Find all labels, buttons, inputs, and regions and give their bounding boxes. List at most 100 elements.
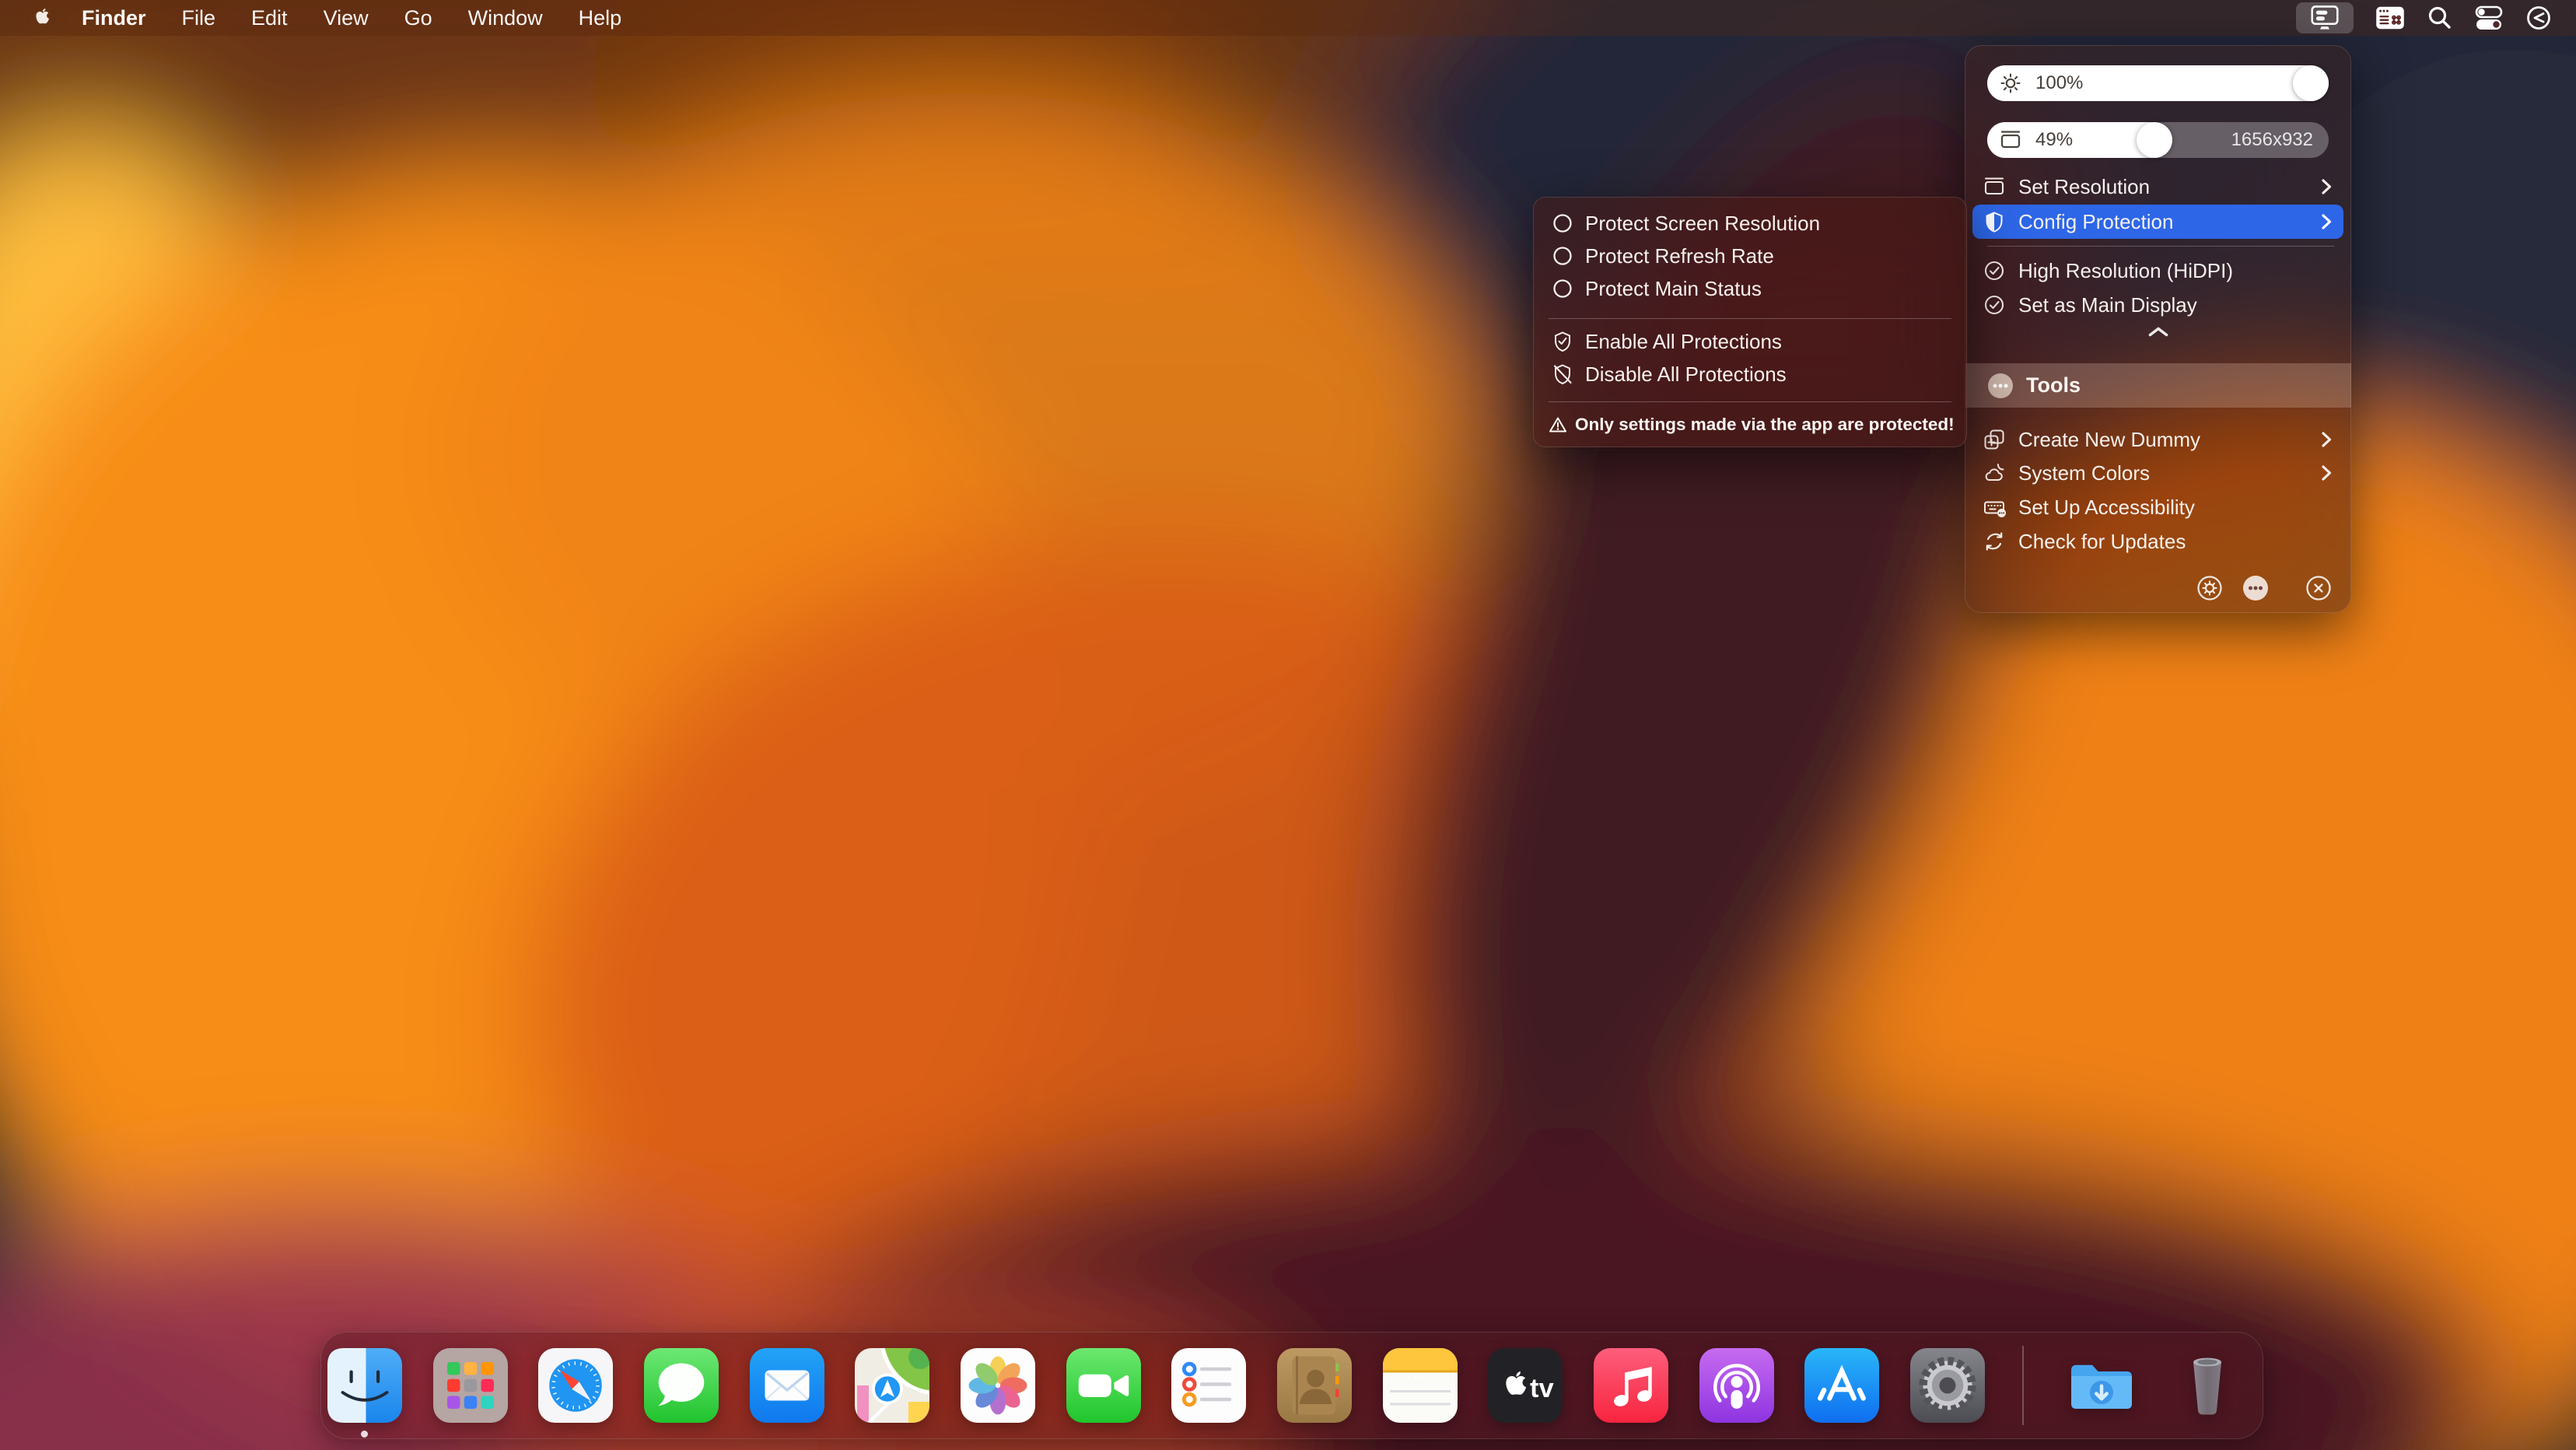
submenu-item-label: Enable All Protections <box>1585 330 1782 354</box>
submenu-item-label: Disable All Protections <box>1585 362 1787 387</box>
dock-divider <box>2022 1346 2024 1425</box>
shield-check-icon <box>1552 331 1573 352</box>
desktop: Finder File Edit View Go Window Help <box>0 0 2576 1450</box>
circle-icon <box>1552 212 1573 234</box>
menu-item-set-resolution[interactable]: Set Resolution <box>1972 170 2343 204</box>
menubar-item-help[interactable]: Help <box>561 6 640 30</box>
apple-menu[interactable] <box>22 6 64 30</box>
control-center-icon <box>2474 5 2504 31</box>
chevron-right-icon <box>2321 464 2333 482</box>
brightness-slider[interactable]: 100% <box>1987 65 2329 101</box>
dock-system-settings-icon[interactable] <box>1910 1348 1985 1423</box>
spotlight-status-icon[interactable] <box>2427 0 2453 36</box>
submenu-divider <box>1549 318 1951 319</box>
chevron-right-icon <box>2321 213 2333 230</box>
dock-music-icon[interactable] <box>1594 1348 1668 1423</box>
submenu-item-protect-main-status[interactable]: Protect Main Status <box>1542 272 1958 305</box>
submenu-item-protect-refresh-rate[interactable]: Protect Refresh Rate <box>1542 240 1958 272</box>
dock-notes-icon[interactable] <box>1383 1348 1458 1423</box>
menu-item-label: High Resolution (HiDPI) <box>2018 259 2333 283</box>
refresh-icon <box>1982 529 2007 554</box>
cloud-moon-icon <box>1982 461 2007 485</box>
menu-divider <box>1987 246 2334 247</box>
display-small-icon <box>1999 128 2022 152</box>
circle-icon <box>1552 278 1573 299</box>
dock-finder-icon[interactable] <box>327 1348 402 1423</box>
resolution-value: 49% <box>2035 122 2073 158</box>
menu-item-check-for-updates[interactable]: Check for Updates <box>1972 524 2343 559</box>
check-circle-icon <box>1982 258 2007 283</box>
resolution-slider-knob[interactable] <box>2137 122 2172 158</box>
clock-status-icon[interactable] <box>2525 0 2553 36</box>
submenu-item-protect-screen-resolution[interactable]: Protect Screen Resolution <box>1542 207 1958 240</box>
shield-icon <box>1982 209 2007 234</box>
menubar-item-file[interactable]: File <box>164 6 234 30</box>
dock-safari-icon[interactable] <box>538 1348 613 1423</box>
submenu-item-disable-all-protections[interactable]: Disable All Protections <box>1542 358 1958 391</box>
menu-item-high-resolution[interactable]: High Resolution (HiDPI) <box>1972 254 2343 288</box>
dock-messages-icon[interactable] <box>644 1348 719 1423</box>
brightness-value: 100% <box>2035 65 2083 101</box>
dock-trash-icon[interactable] <box>2170 1348 2245 1423</box>
menubar-item-window[interactable]: Window <box>450 6 561 30</box>
tools-section-header[interactable]: Tools <box>1965 363 2351 408</box>
resolution-slider[interactable]: 49% 1656x932 <box>1987 122 2329 158</box>
chevron-right-icon <box>2321 431 2333 448</box>
menubar-item-go[interactable]: Go <box>387 6 450 30</box>
menu-item-label: Check for Updates <box>2018 530 2333 554</box>
display-icon <box>1982 174 2007 199</box>
shield-slash-icon <box>1552 363 1573 385</box>
menu-item-label: Set Resolution <box>2018 175 2309 199</box>
menubar-item-edit[interactable]: Edit <box>233 6 306 30</box>
menu-item-create-new-dummy[interactable]: Create New Dummy <box>1972 422 2343 457</box>
dock-appletv-icon[interactable]: tv <box>1488 1348 1563 1423</box>
spotlight-icon <box>2427 5 2453 31</box>
dock-photos-icon[interactable] <box>961 1348 1035 1423</box>
brightness-slider-knob[interactable] <box>2293 65 2329 101</box>
warning-triangle-icon <box>1549 416 1567 433</box>
sun-icon <box>1999 72 2022 95</box>
submenu-item-label: Protect Refresh Rate <box>1585 244 1774 268</box>
menu-item-label: System Colors <box>2018 461 2309 485</box>
control-center-status-icon[interactable] <box>2474 0 2504 36</box>
quit-button[interactable] <box>2305 575 2332 601</box>
ellipsis-circle-filled-icon <box>2242 575 2269 601</box>
chevron-right-icon <box>2321 178 2333 195</box>
dock-reminders-icon[interactable] <box>1171 1348 1246 1423</box>
menubar-app-name[interactable]: Finder <box>64 6 164 30</box>
new-dummy-icon <box>1982 427 2007 452</box>
menu-item-label: Config Protection <box>2018 210 2309 234</box>
close-circle-icon <box>2305 575 2332 601</box>
menu-item-config-protection[interactable]: Config Protection <box>1972 205 2343 239</box>
apple-logo-icon <box>33 6 53 30</box>
collapse-section-button[interactable] <box>1965 325 2351 338</box>
ellipsis-circle-icon <box>1987 373 2014 399</box>
menu-item-set-up-accessibility[interactable]: Set Up Accessibility <box>1972 490 2343 524</box>
check-circle-icon <box>1982 292 2007 317</box>
menubar-item-view[interactable]: View <box>306 6 387 30</box>
more-button[interactable] <box>2242 575 2269 601</box>
dock-mail-icon[interactable] <box>750 1348 824 1423</box>
menu-item-label: Set as Main Display <box>2018 293 2333 317</box>
warning-label: Only settings made via the app are prote… <box>1575 415 1955 435</box>
submenu-item-enable-all-protections[interactable]: Enable All Protections <box>1542 325 1958 358</box>
command-window-status-icon[interactable] <box>2375 0 2406 36</box>
gear-circle-icon <box>2196 575 2223 601</box>
dock-appstore-icon[interactable] <box>1804 1348 1879 1423</box>
settings-button[interactable] <box>2196 575 2223 601</box>
dock-maps-icon[interactable] <box>855 1348 929 1423</box>
dock-launchpad-icon[interactable] <box>433 1348 508 1423</box>
submenu-item-label: Protect Screen Resolution <box>1585 212 1820 236</box>
clock-icon <box>2525 4 2553 32</box>
menu-bar: Finder File Edit View Go Window Help <box>0 0 2576 36</box>
keyboard-icon <box>1982 495 2007 520</box>
dock-facetime-icon[interactable] <box>1066 1348 1141 1423</box>
menu-item-label: Set Up Accessibility <box>2018 496 2333 520</box>
dock-downloads-icon[interactable] <box>2064 1348 2139 1423</box>
dock-contacts-icon[interactable] <box>1277 1348 1352 1423</box>
chevron-up-icon <box>2147 325 2170 338</box>
menu-item-set-main-display[interactable]: Set as Main Display <box>1972 288 2343 322</box>
dock-podcasts-icon[interactable] <box>1699 1348 1774 1423</box>
menu-item-system-colors[interactable]: System Colors <box>1972 456 2343 490</box>
display-status-icon[interactable] <box>2296 2 2354 33</box>
